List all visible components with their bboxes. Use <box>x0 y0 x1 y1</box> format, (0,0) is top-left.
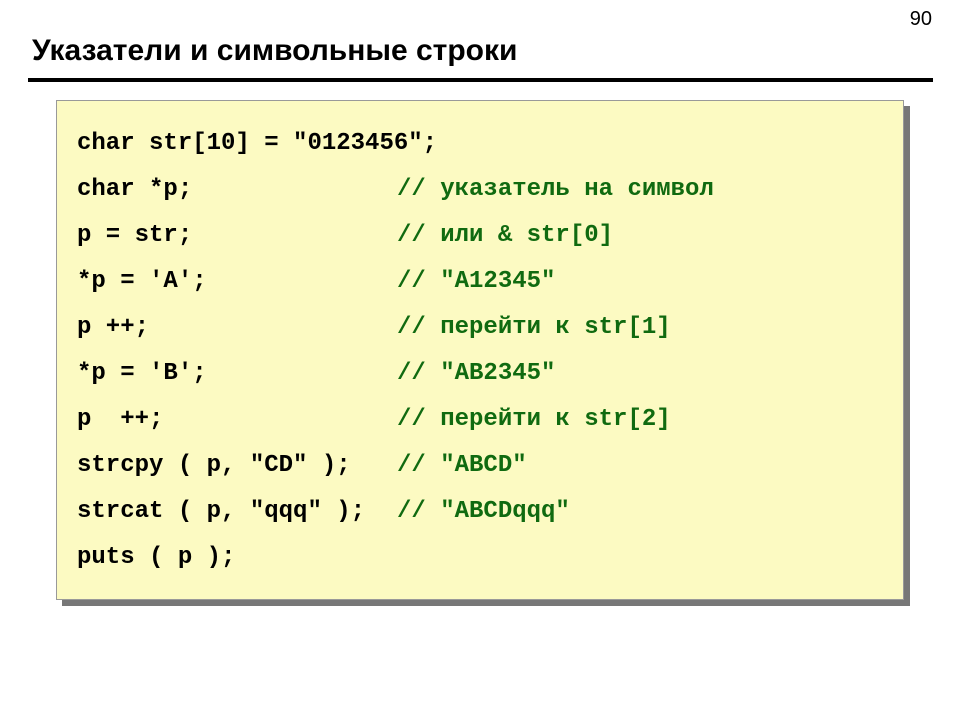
code-line: p ++;// перейти к str[2] <box>77 397 903 443</box>
code-line: strcpy ( p, "CD" );// "ABCD" <box>77 443 903 489</box>
code-comment: // "ABCDqqq" <box>397 489 570 535</box>
page-number: 90 <box>910 8 932 31</box>
code-stmt: p ++; <box>77 397 397 443</box>
code-stmt: *p = 'A'; <box>77 259 397 305</box>
code-comment: // перейти к str[1] <box>397 305 671 351</box>
code-stmt: p = str; <box>77 213 397 259</box>
code-line: p ++;// перейти к str[1] <box>77 305 903 351</box>
code-line: p = str;// или & str[0] <box>77 213 903 259</box>
code-block: char str[10] = "0123456"; char *p;// ука… <box>56 100 904 600</box>
code-comment: // перейти к str[2] <box>397 397 671 443</box>
code-stmt: puts ( p ); <box>77 535 397 581</box>
code-stmt: char str[10] = "0123456"; <box>77 121 437 167</box>
code-stmt: p ++; <box>77 305 397 351</box>
code-comment: // "AB2345" <box>397 351 555 397</box>
code-stmt: *p = 'B'; <box>77 351 397 397</box>
code-comment: // "ABCD" <box>397 443 527 489</box>
code-stmt: char *p; <box>77 167 397 213</box>
code-stmt: strcpy ( p, "CD" ); <box>77 443 397 489</box>
code-comment: // или & str[0] <box>397 213 613 259</box>
code-comment: // "A12345" <box>397 259 555 305</box>
code-stmt: strcat ( p, "qqq" ); <box>77 489 397 535</box>
slide-title: Указатели и символьные строки <box>32 34 517 68</box>
code-comment: // указатель на символ <box>397 167 714 213</box>
code-line: puts ( p ); <box>77 535 903 581</box>
code-line: char str[10] = "0123456"; <box>77 121 903 167</box>
code-line: char *p;// указатель на символ <box>77 167 903 213</box>
code-line: *p = 'B';// "AB2345" <box>77 351 903 397</box>
code-block-body: char str[10] = "0123456"; char *p;// ука… <box>56 100 904 600</box>
title-underline <box>28 78 933 82</box>
code-line: *p = 'A';// "A12345" <box>77 259 903 305</box>
code-line: strcat ( p, "qqq" );// "ABCDqqq" <box>77 489 903 535</box>
